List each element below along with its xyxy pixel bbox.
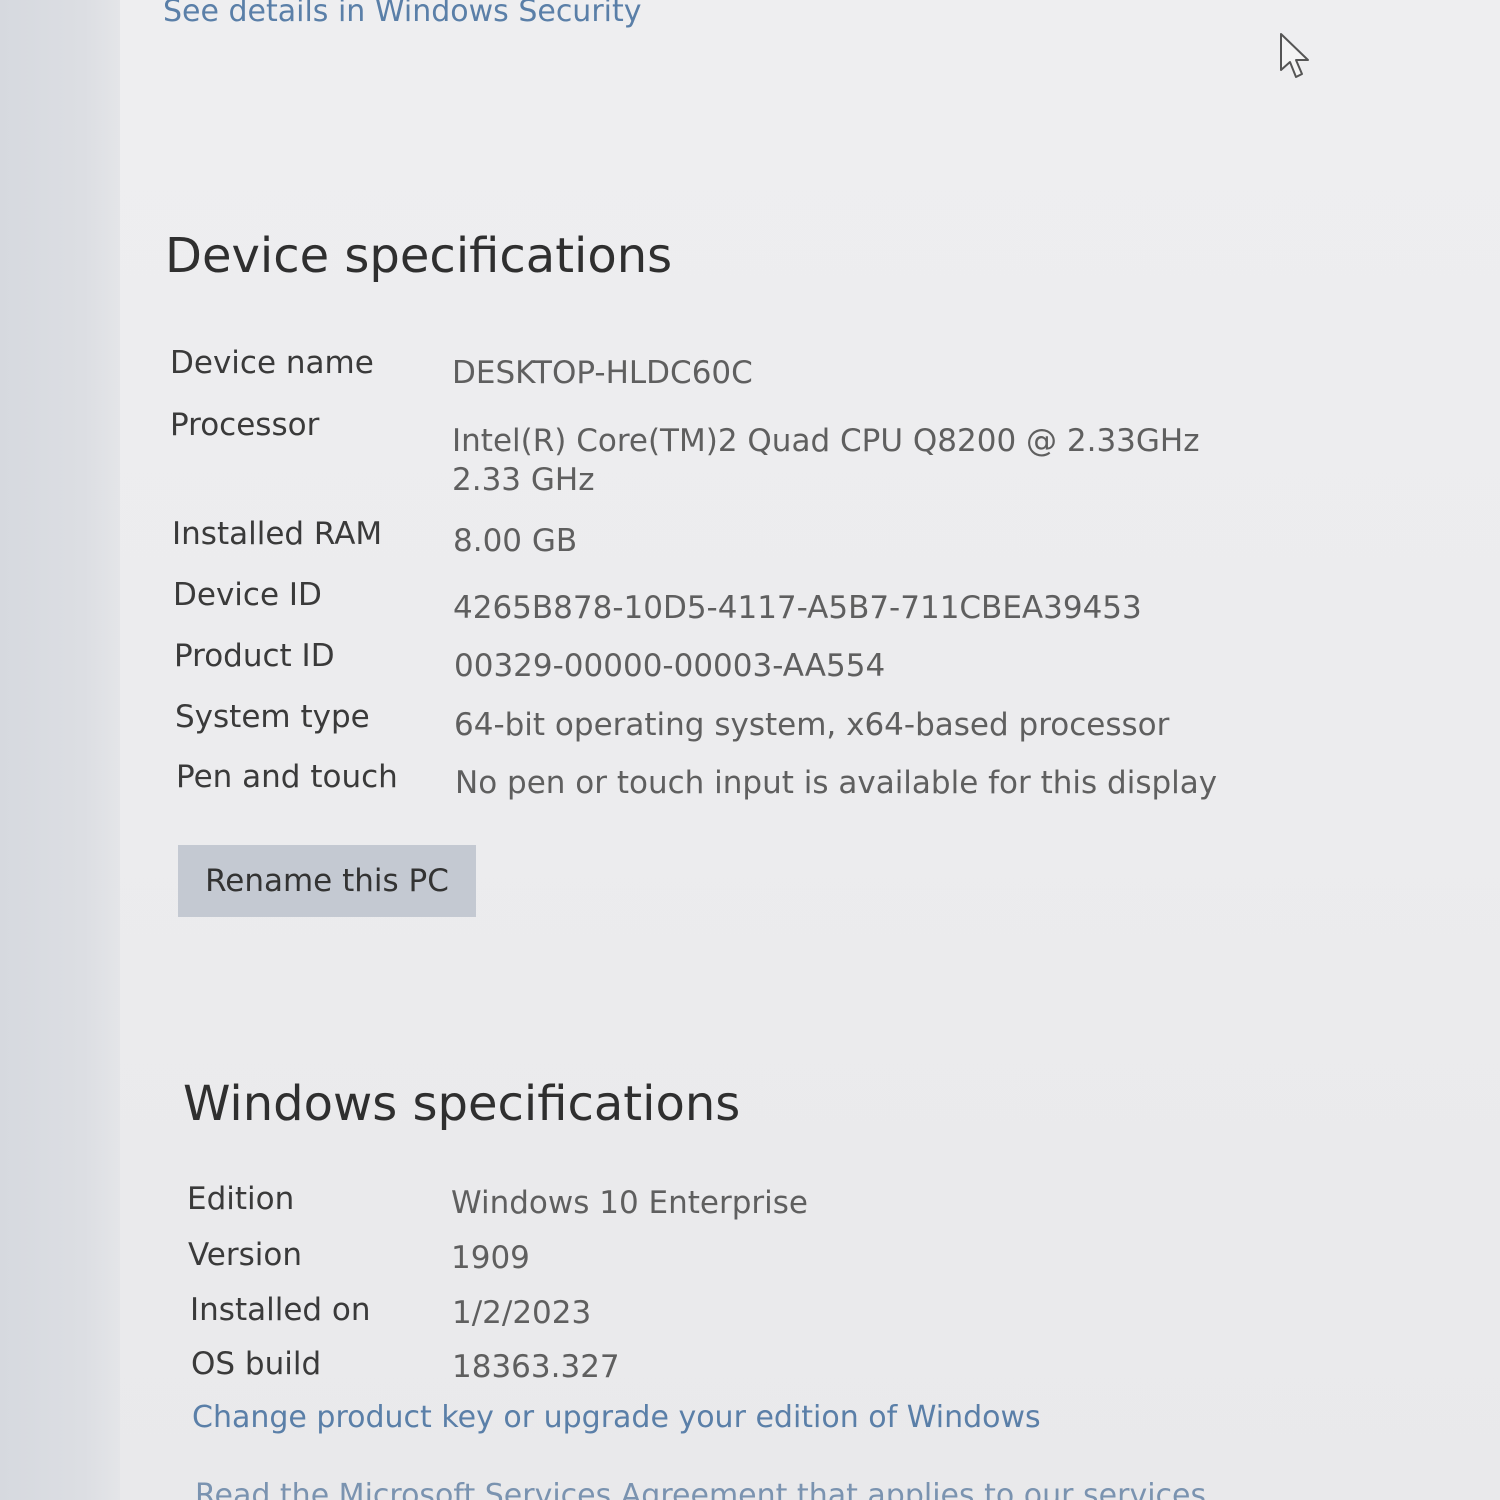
spec-value: 00329-00000-00003-AA554 xyxy=(454,648,886,684)
spec-label: System type xyxy=(175,699,370,735)
device-specifications-title: Device specifications xyxy=(165,228,673,284)
spec-label: Device name xyxy=(170,345,374,381)
spec-label: Product ID xyxy=(174,638,335,674)
spec-label: Processor xyxy=(170,407,320,443)
services-agreement-link[interactable]: Read the Microsoft Services Agreement th… xyxy=(195,1478,1206,1500)
left-nav-strip xyxy=(0,0,120,1500)
spec-label: Device ID xyxy=(173,577,322,613)
spec-value: 8.00 GB xyxy=(453,523,578,559)
spec-value: 18363.327 xyxy=(452,1349,620,1385)
mouse-pointer-icon xyxy=(1280,33,1309,78)
spec-label: Installed on xyxy=(190,1292,371,1328)
about-panel xyxy=(120,0,1500,1500)
spec-label: OS build xyxy=(191,1346,322,1382)
windows-security-link[interactable]: See details in Windows Security xyxy=(163,0,642,29)
spec-label: Edition xyxy=(187,1181,295,1217)
spec-value: Intel(R) Core(TM)2 Quad CPU Q8200 @ 2.33… xyxy=(452,423,1200,459)
spec-value: Windows 10 Enterprise xyxy=(451,1185,808,1221)
spec-value: 4265B878-10D5-4117-A5B7-711CBEA39453 xyxy=(453,590,1142,626)
spec-value-line2: 2.33 GHz xyxy=(452,462,595,498)
spec-label: Installed RAM xyxy=(172,516,383,552)
spec-value: DESKTOP-HLDC60C xyxy=(452,355,753,391)
spec-value: No pen or touch input is available for t… xyxy=(455,765,1218,801)
spec-value: 1/2/2023 xyxy=(452,1295,592,1331)
windows-specifications-title: Windows specifications xyxy=(183,1076,741,1132)
spec-label: Version xyxy=(188,1237,302,1273)
spec-label: Pen and touch xyxy=(176,759,398,795)
spec-value: 1909 xyxy=(451,1240,530,1276)
change-product-key-link[interactable]: Change product key or upgrade your editi… xyxy=(192,1400,1041,1435)
spec-value: 64-bit operating system, x64-based proce… xyxy=(454,707,1170,743)
rename-pc-button[interactable]: Rename this PC xyxy=(178,845,476,917)
